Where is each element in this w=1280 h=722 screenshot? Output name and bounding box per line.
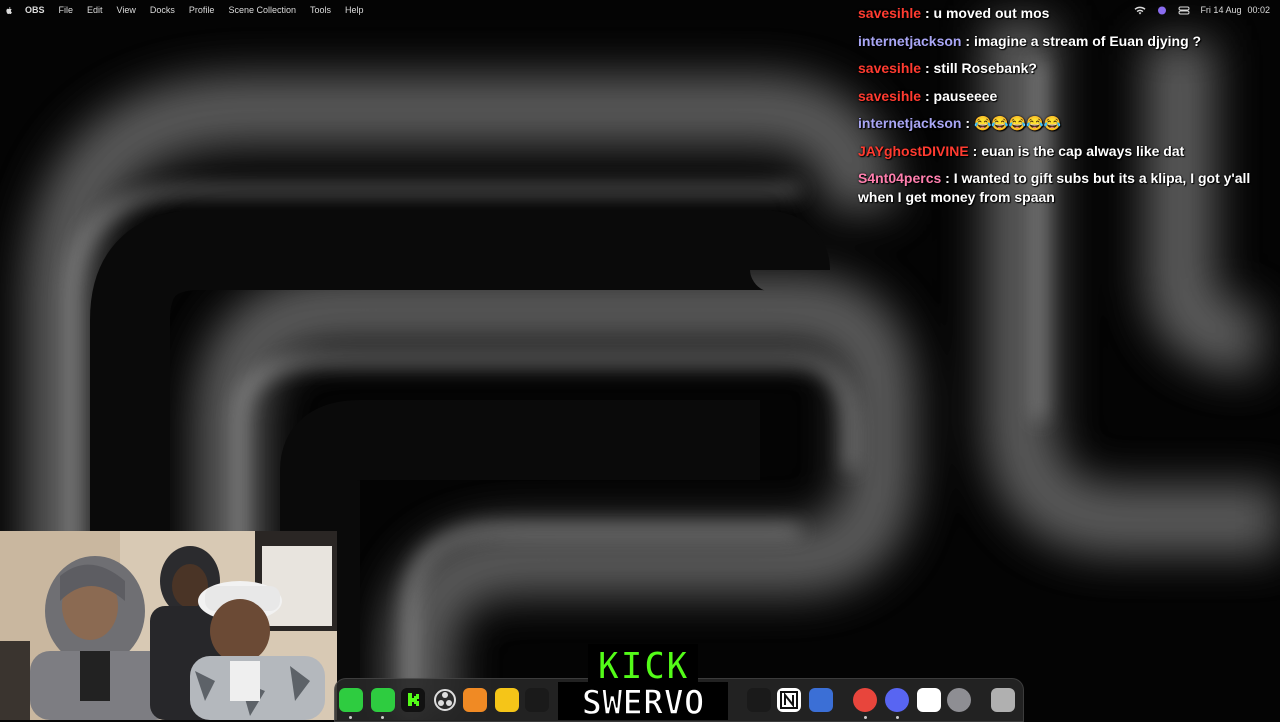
chat-text: u moved out mos [933,5,1050,21]
chat-message: internetjackson : 😂😂😂😂😂 [858,114,1268,133]
menu-profile[interactable]: Profile [189,5,215,15]
obs-icon[interactable] [433,688,457,712]
chat-message: savesihle : still Rosebank? [858,59,1268,78]
chat-message: savesihle : u moved out mos [858,4,1268,23]
channel-name: SWERVO [582,683,705,720]
chat-overlay: savesihle : u moved out mos internetjack… [858,4,1268,216]
obs-glyph [434,689,456,711]
discord-icon[interactable] [885,688,909,712]
running-indicator [864,716,867,719]
running-indicator [381,716,384,719]
notion-icon[interactable] [777,688,801,712]
chat-text: 😂😂😂😂😂 [973,115,1062,131]
photo-app-icon[interactable] [917,688,941,712]
chat-message: savesihle : pauseeee [858,87,1268,106]
running-indicator [349,716,352,719]
chat-username: JAYghostDIVINE [858,142,969,159]
kick-app-icon[interactable] [401,688,425,712]
chat-separator: : [972,142,982,159]
chat-username: S4nt04percs [858,170,942,186]
menu-edit[interactable]: Edit [87,5,103,15]
menu-help[interactable]: Help [345,5,364,15]
chat-separator: : [924,60,934,76]
chat-username: savesihle [858,60,922,76]
chat-separator: : [965,32,974,49]
running-indicator [896,716,899,719]
kick-text: KICK [597,644,689,688]
chat-text: still Rosebank? [933,60,1037,76]
apple-menu-icon[interactable] [5,6,13,15]
menu-tools[interactable]: Tools [310,5,331,15]
webcam-scene [0,531,337,720]
roblox-icon[interactable] [809,688,833,712]
menu-app-obs[interactable]: OBS [25,5,45,15]
capcut-icon[interactable] [525,688,549,712]
chat-message: S4nt04percs : I wanted to gift subs but … [858,169,1268,207]
chat-separator: : [924,5,934,21]
chat-username: internetjackson [858,115,962,131]
kick-channel-logo: KICK SWERVO [558,644,728,720]
kick-k-glyph [408,693,419,706]
chat-username: savesihle [858,5,922,21]
capcut-editor-icon[interactable] [747,688,771,712]
chat-message: internetjackson : imagine a stream of Eu… [858,32,1268,51]
menu-scene-collection[interactable]: Scene Collection [228,5,296,15]
chat-username: savesihle [858,87,922,104]
chat-separator: : [965,115,974,131]
messages-icon[interactable] [339,688,363,712]
menu-file[interactable]: File [59,5,74,15]
notion-n-glyph [780,691,798,709]
chat-message: JAYghostDIVINE : euan is the cap always … [858,142,1268,161]
webcam-feed [0,531,337,720]
chat-text: imagine a stream of Euan djying ? [973,32,1202,49]
chat-separator: : [945,170,954,186]
chat-text: pauseeee [933,87,998,104]
trash-icon[interactable] [991,688,1015,712]
menu-view[interactable]: View [117,5,136,15]
system-settings-icon[interactable] [947,688,971,712]
menu-docks[interactable]: Docks [150,5,175,15]
chat-username: internetjackson [858,32,962,49]
notes-icon[interactable] [495,688,519,712]
facetime-icon[interactable] [371,688,395,712]
fl-studio-icon[interactable] [463,688,487,712]
chat-separator: : [924,87,934,104]
chat-text: euan is the cap always like dat [981,142,1185,159]
chrome-icon[interactable] [853,688,877,712]
